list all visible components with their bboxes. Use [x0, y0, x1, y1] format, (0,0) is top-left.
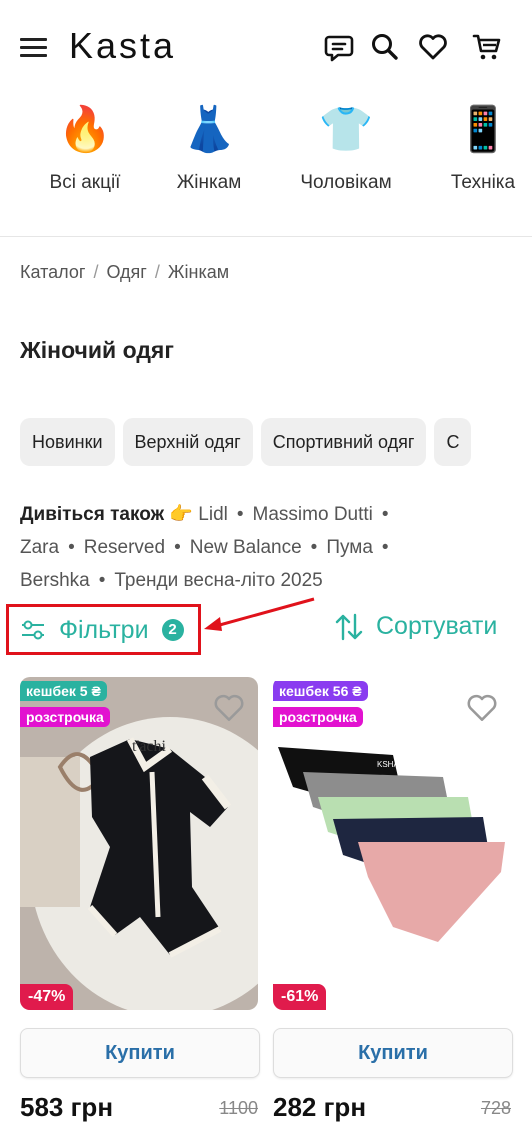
menu-icon[interactable] [20, 38, 47, 58]
category-label: Техніка [450, 172, 516, 193]
page-title: Жіночий одяг [20, 337, 174, 363]
search-icon[interactable] [369, 31, 401, 63]
breadcrumb-women[interactable]: Жінкам [168, 262, 229, 282]
see-also-link[interactable]: Zara [20, 537, 59, 558]
breadcrumb-catalog[interactable]: Каталог [20, 262, 85, 282]
category-electronics[interactable]: 📱 Техніка [440, 100, 526, 194]
see-also-link[interactable]: New Balance [190, 537, 302, 558]
pointing-hand-icon: 👉 [169, 504, 194, 525]
category-women[interactable]: 👗 Жінкам [164, 100, 254, 194]
see-also: Дивіться також 👉 Lidl • Massimo Dutti • Zara… [20, 504, 389, 591]
product-card[interactable]: KSHA кешбек 56 ₴ розстрочка -61% Купити … [273, 677, 513, 1132]
breadcrumb-separator: / [93, 262, 99, 282]
chip-outerwear[interactable]: Верхній одяг [122, 418, 253, 466]
chip-more[interactable]: С [434, 418, 472, 466]
current-price: 282 грн [273, 1092, 367, 1122]
breadcrumb: Каталог / Одяг / Жінкам [20, 262, 229, 283]
product-card[interactable]: t'achi кешбек 5 ₴ розстрочка -47% Купити… [20, 677, 260, 1132]
category-label: Жінкам [176, 172, 242, 193]
discount-badge: -47% [20, 984, 74, 1010]
product-photo-text: t'achi [132, 738, 167, 755]
product-image[interactable]: t'achi кешбек 5 ₴ розстрочка -47% [20, 677, 258, 1010]
chat-icon[interactable] [323, 31, 355, 63]
phone-icon: 📱 [455, 105, 511, 154]
header: Kasta [0, 0, 532, 95]
annotation-arrow-icon [204, 597, 315, 631]
product-image[interactable]: KSHA кешбек 56 ₴ розстрочка -61% [273, 677, 511, 1010]
see-also-link[interactable]: Пума [326, 537, 373, 558]
cashback-badge: кешбек 56 ₴ [273, 681, 368, 701]
old-price: 728 [480, 1098, 511, 1118]
breadcrumb-clothes[interactable]: Одяг [106, 262, 146, 282]
dress-icon: 👗 [181, 105, 237, 154]
logo[interactable]: Kasta [69, 25, 176, 67]
sort-label: Сортувати [376, 612, 498, 640]
current-price: 583 грн [20, 1092, 114, 1122]
sort-button[interactable]: Сортувати [334, 612, 497, 641]
subcategory-chips: Новинки Верхній одяг Спортивний одяг С [20, 418, 479, 466]
breadcrumb-separator: / [154, 262, 160, 282]
highlight-box [6, 604, 201, 655]
old-price: 1100 [219, 1098, 258, 1118]
buy-button[interactable]: Купити [273, 1028, 513, 1078]
category-all-sales[interactable]: 🔥 Всі акції [40, 100, 130, 194]
fire-icon: 🔥 [57, 105, 113, 154]
category-men[interactable]: 👕 Чоловікам [290, 100, 402, 194]
see-also-link[interactable]: Reserved [84, 537, 165, 558]
sort-arrows-icon [335, 613, 363, 640]
category-strip: 🔥 Всі акції 👗 Жінкам 👕 Чоловікам 📱 Техні… [0, 100, 532, 237]
product-photo-text: KSHA [377, 760, 399, 769]
price-row: 282 грн 728 [273, 1092, 511, 1132]
installment-badge: розстрочка [20, 707, 110, 727]
favorite-heart-icon[interactable] [212, 691, 246, 725]
see-also-link[interactable]: Massimo Dutti [253, 504, 373, 525]
see-also-link[interactable]: Bershka [20, 570, 90, 591]
price-row: 583 грн 1100 [20, 1092, 258, 1132]
chip-new[interactable]: Новинки [20, 418, 115, 466]
cashback-badge: кешбек 5 ₴ [20, 681, 107, 701]
discount-badge: -61% [273, 984, 327, 1010]
chip-sportswear[interactable]: Спортивний одяг [260, 418, 427, 466]
favorite-heart-icon[interactable] [465, 691, 499, 725]
shirt-icon: 👕 [318, 105, 374, 154]
category-label: Чоловікам [300, 172, 392, 193]
category-label: Всі акції [49, 172, 121, 193]
installment-badge: розстрочка [273, 707, 363, 727]
see-also-link[interactable]: Lidl [198, 504, 228, 525]
see-also-link[interactable]: Тренди весна-літо 2025 [114, 570, 322, 591]
buy-button[interactable]: Купити [20, 1028, 260, 1078]
heart-icon[interactable] [417, 31, 449, 63]
see-also-label: Дивіться також [20, 504, 165, 525]
cart-icon[interactable] [471, 31, 503, 63]
